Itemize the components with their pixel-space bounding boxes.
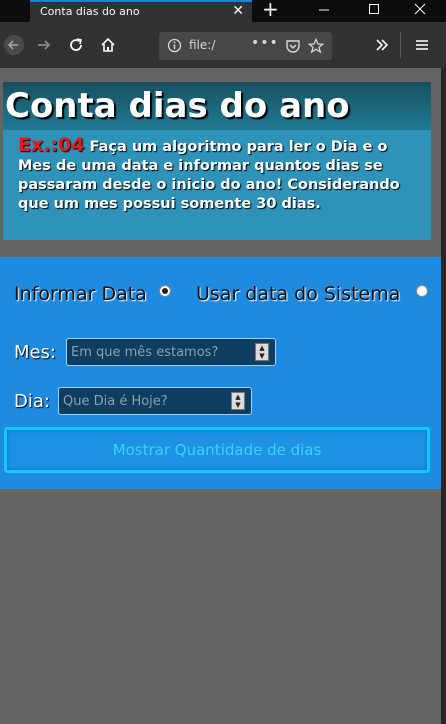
home-icon[interactable] bbox=[96, 33, 120, 57]
day-spinner-icon[interactable]: ▲ ▼ bbox=[231, 392, 245, 410]
pocket-icon[interactable] bbox=[285, 38, 301, 58]
month-label: Mes: bbox=[14, 342, 57, 363]
radio-system-label[interactable]: Usar data do Sistema bbox=[196, 283, 400, 305]
tab-strip: Conta dias do ano ✕ + bbox=[0, 0, 446, 22]
maximize-icon[interactable] bbox=[368, 1, 380, 21]
bookmark-star-icon[interactable] bbox=[307, 37, 325, 58]
scrollbar-track[interactable] bbox=[441, 68, 446, 724]
back-icon[interactable] bbox=[2, 33, 26, 57]
day-input[interactable] bbox=[63, 392, 243, 411]
window-close-icon[interactable] bbox=[414, 1, 426, 21]
minimize-icon[interactable] bbox=[318, 1, 330, 21]
date-form: Informar Data Usar data do Sistema Mes: … bbox=[0, 257, 441, 489]
tab-active[interactable]: Conta dias do ano ✕ bbox=[30, 0, 252, 22]
page-title: Conta dias do ano bbox=[5, 86, 350, 126]
info-icon[interactable] bbox=[167, 38, 182, 57]
radio-manual-date[interactable] bbox=[159, 285, 171, 297]
overflow-chevron-icon[interactable] bbox=[370, 33, 394, 57]
page-actions-icon[interactable]: ••• bbox=[251, 35, 279, 51]
url-bar[interactable]: file:/ ••• bbox=[159, 32, 332, 60]
day-field[interactable]: ▲▼ bbox=[58, 387, 252, 415]
toolbar-divider bbox=[400, 32, 401, 58]
new-tab-icon[interactable]: + bbox=[262, 0, 279, 20]
day-label: Dia: bbox=[14, 391, 50, 412]
close-tab-icon[interactable]: ✕ bbox=[232, 3, 244, 19]
tab-title: Conta dias do ano bbox=[40, 5, 140, 18]
radio-manual-label[interactable]: Informar Data bbox=[14, 283, 147, 305]
radio-system-date[interactable] bbox=[416, 285, 428, 297]
page-title-bar: Conta dias do ano bbox=[3, 82, 431, 130]
month-input[interactable] bbox=[71, 343, 251, 362]
page-header: Conta dias do ano Ex.:04 Faça um algorit… bbox=[3, 82, 431, 240]
month-field[interactable]: ▲▼ bbox=[66, 338, 276, 366]
forward-icon[interactable] bbox=[32, 33, 56, 57]
hamburger-menu-icon[interactable] bbox=[410, 33, 434, 57]
exercise-description: Ex.:04 Faça um algoritmo para ler o Dia … bbox=[18, 136, 424, 214]
exercise-label: Ex.:04 bbox=[18, 134, 85, 156]
url-text: file:/ bbox=[189, 38, 216, 52]
navigation-bar: file:/ ••• bbox=[0, 22, 446, 68]
show-days-button[interactable]: Mostrar Quantidade de dias bbox=[4, 427, 430, 473]
reload-icon[interactable] bbox=[64, 33, 88, 57]
month-spinner-icon[interactable]: ▲ ▼ bbox=[255, 343, 269, 361]
